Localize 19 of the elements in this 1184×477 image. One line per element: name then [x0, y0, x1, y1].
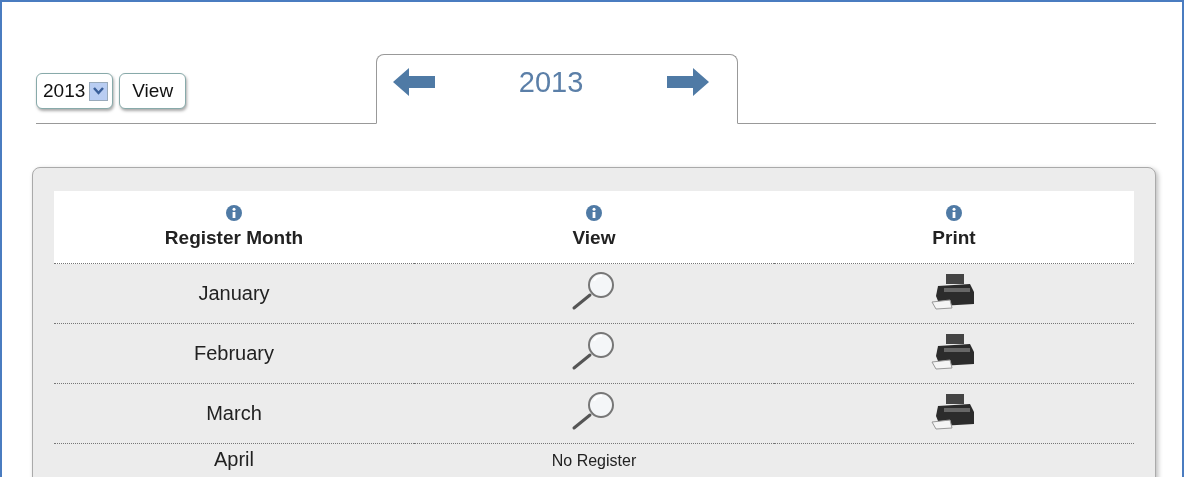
month-cell: February [194, 342, 274, 364]
left-arrow-icon [393, 68, 436, 96]
info-icon[interactable] [586, 205, 602, 221]
column-header: View [572, 227, 616, 249]
month-cell: January [198, 282, 270, 304]
column-header: Register Month [164, 227, 304, 249]
info-icon[interactable] [946, 205, 962, 221]
month-cell: April [214, 447, 254, 470]
caret-icon [93, 87, 105, 95]
year-label: 2013 [518, 65, 584, 99]
next-year-button[interactable] [667, 68, 710, 96]
info-icon[interactable] [226, 205, 242, 221]
previous-year-button[interactable] [393, 68, 436, 96]
month-cell: March [206, 402, 262, 424]
view-button[interactable]: View [119, 73, 187, 109]
right-arrow-icon [667, 68, 710, 96]
column-header: Print [932, 227, 976, 249]
year-select[interactable]: 2013 [36, 73, 114, 109]
status-text: No Register [551, 451, 637, 470]
